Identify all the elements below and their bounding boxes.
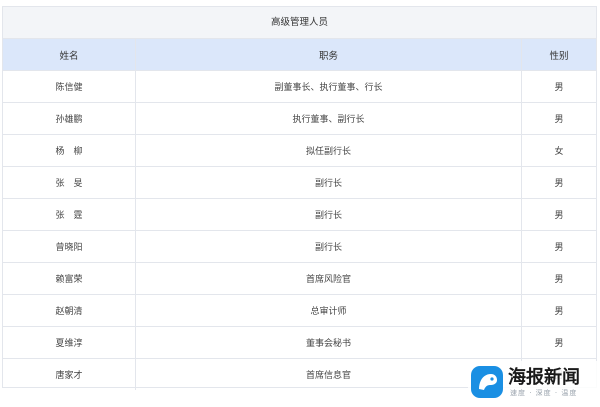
cell-role: 副行长 [135, 230, 522, 263]
bird-logo-icon [471, 366, 503, 398]
cell-name: 陈信健 [3, 70, 136, 103]
page: 高级管理人员 姓名 职务 性别 陈信健 副董事长、执行董事、行长 男 孙雄鹏 执… [0, 0, 600, 407]
cell-role: 总审计师 [135, 294, 522, 327]
cell-name: 张 旻 [3, 166, 136, 199]
cell-gender: 男 [521, 326, 596, 359]
cell-gender: 男 [521, 166, 596, 199]
cell-name: 赵朝清 [3, 294, 136, 327]
cell-name: 唐家才 [3, 358, 136, 390]
cell-name: 夏维淳 [3, 326, 136, 359]
table-row: 赖富荣 首席风险官 男 [3, 262, 596, 295]
table-row: 孙雄鹏 执行董事、副行长 男 [3, 102, 596, 135]
cell-role: 董事会秘书 [135, 326, 522, 359]
table-row: 杨 柳 拟任副行长 女 [3, 134, 596, 167]
watermark-subtitle: 速度 · 深度 · 温度 [510, 389, 578, 397]
cell-role: 执行董事、副行长 [135, 102, 522, 135]
cell-role: 副行长 [135, 166, 522, 199]
header-gender: 性别 [521, 39, 596, 71]
management-table-container: 高级管理人员 姓名 职务 性别 陈信健 副董事长、执行董事、行长 男 孙雄鹏 执… [2, 6, 597, 390]
haibao-news-watermark: 海报新闻 速度 · 深度 · 温度 [468, 361, 598, 405]
table-row: 张 霆 副行长 男 [3, 198, 596, 231]
cell-gender: 男 [521, 102, 596, 135]
table-row: 陈信健 副董事长、执行董事、行长 男 [3, 70, 596, 103]
cell-role: 首席信息官 [135, 358, 522, 390]
table-row: 赵朝清 总审计师 男 [3, 294, 596, 327]
cell-role: 副行长 [135, 198, 522, 231]
cell-gender: 男 [521, 294, 596, 327]
cell-name: 曾晓阳 [3, 230, 136, 263]
cell-gender: 男 [521, 230, 596, 263]
cell-gender: 女 [521, 134, 596, 167]
cell-name: 张 霆 [3, 198, 136, 231]
cell-role: 拟任副行长 [135, 134, 522, 167]
cell-gender: 男 [521, 70, 596, 103]
table-row: 张 旻 副行长 男 [3, 166, 596, 199]
table-caption: 高级管理人员 [3, 7, 596, 39]
table-header-row: 姓名 职务 性别 [3, 39, 596, 71]
management-table: 姓名 职务 性别 陈信健 副董事长、执行董事、行长 男 孙雄鹏 执行董事、副行长… [3, 39, 596, 390]
table-row: 曾晓阳 副行长 男 [3, 230, 596, 263]
cell-gender: 男 [521, 198, 596, 231]
watermark-title: 海报新闻 [508, 367, 580, 388]
cell-role: 副董事长、执行董事、行长 [135, 70, 522, 103]
header-role: 职务 [135, 39, 522, 71]
cell-gender: 男 [521, 262, 596, 295]
header-name: 姓名 [3, 39, 136, 71]
cell-name: 孙雄鹏 [3, 102, 136, 135]
cell-role: 首席风险官 [135, 262, 522, 295]
table-row: 夏维淳 董事会秘书 男 [3, 326, 596, 359]
cell-name: 杨 柳 [3, 134, 136, 167]
cell-name: 赖富荣 [3, 262, 136, 295]
